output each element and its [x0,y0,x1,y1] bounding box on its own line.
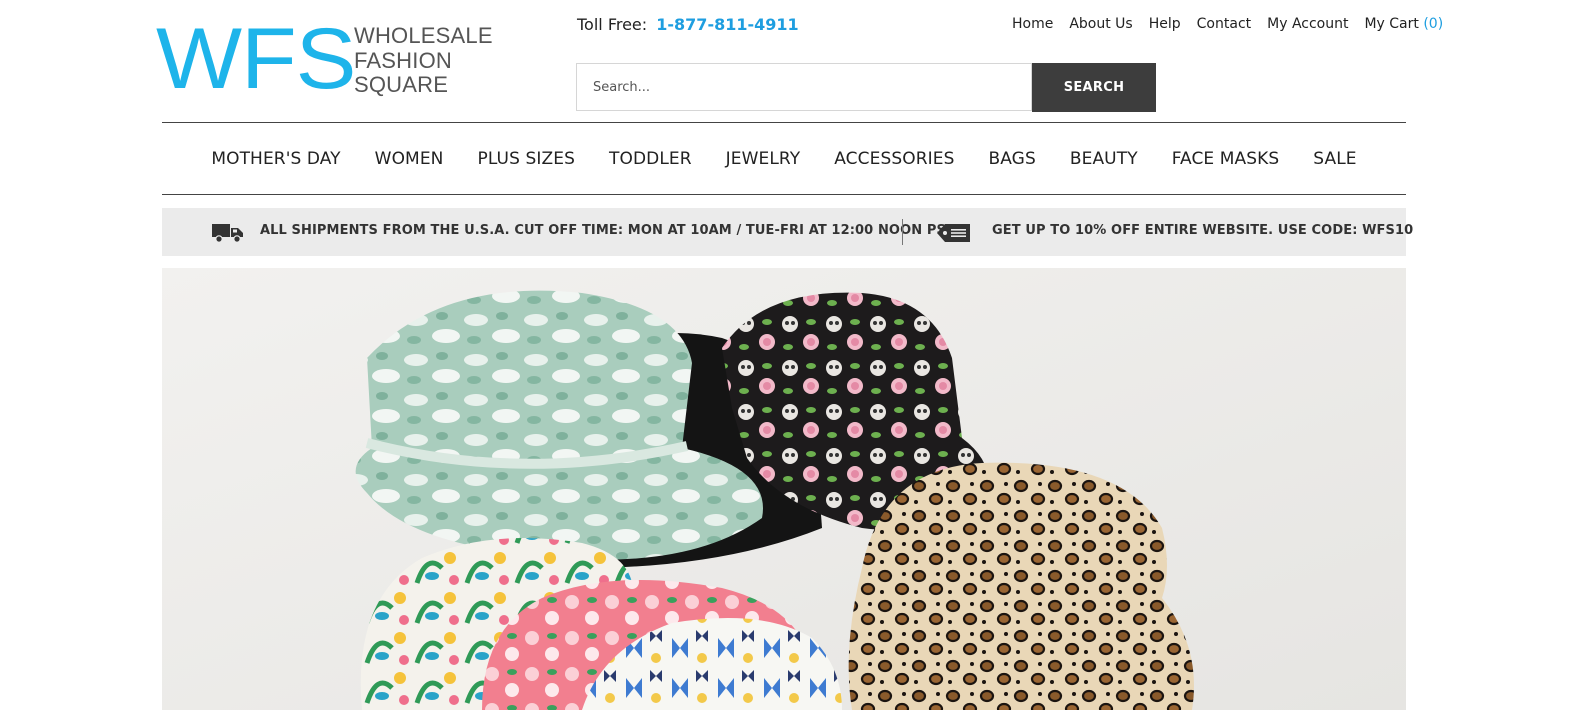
search-button[interactable]: SEARCH [1032,63,1156,112]
nav-women[interactable]: WOMEN [375,149,444,169]
logo-line-3: SQUARE [354,72,449,97]
cart-label: My Cart [1364,16,1419,32]
logo-line-1: WHOLESALE [354,23,493,48]
hero-banner[interactable] [162,268,1406,710]
promo-divider [902,219,903,245]
cart-count: (0) [1423,16,1444,32]
nav-beauty[interactable]: BEAUTY [1070,149,1138,169]
link-help[interactable]: Help [1149,16,1181,32]
toll-free: Toll Free: 1-877-811-4911 [577,15,799,34]
tag-icon [937,224,970,242]
nav-face-masks[interactable]: FACE MASKS [1172,149,1280,169]
nav-toddler[interactable]: TODDLER [609,149,692,169]
truck-icon [212,224,243,243]
nav-accessories[interactable]: ACCESSORIES [834,149,954,169]
shipping-notice: ALL SHIPMENTS FROM THE U.S.A. CUT OFF TI… [260,223,955,238]
link-my-cart[interactable]: My Cart (0) [1364,16,1443,32]
nav-sale[interactable]: SALE [1313,149,1356,169]
link-home[interactable]: Home [1012,16,1053,32]
nav-plus-sizes[interactable]: PLUS SIZES [477,149,575,169]
site-logo[interactable]: WFS WHOLESALE FASHION SQUARE [156,16,493,102]
top-links: Home About Us Help Contact My Account My… [1012,16,1443,32]
logo-wordmark: WHOLESALE FASHION SQUARE [354,23,493,98]
link-my-account[interactable]: My Account [1267,16,1348,32]
toll-free-phone[interactable]: 1-877-811-4911 [656,15,798,34]
bucket-hats-photo [162,268,1406,710]
link-about-us[interactable]: About Us [1069,16,1132,32]
search-input[interactable] [577,64,1031,110]
nav-bags[interactable]: BAGS [988,149,1035,169]
discount-notice: GET UP TO 10% OFF ENTIRE WEBSITE. USE CO… [992,223,1414,238]
link-contact[interactable]: Contact [1197,16,1251,32]
nav-mothers-day[interactable]: MOTHER'S DAY [211,149,340,169]
logo-mark: WFS [156,11,356,107]
main-nav: MOTHER'S DAY WOMEN PLUS SIZES TODDLER JE… [162,123,1406,194]
logo-line-2: FASHION [354,47,452,73]
nav-divider-bottom [162,194,1406,195]
nav-jewelry[interactable]: JEWELRY [726,149,801,169]
toll-free-label: Toll Free: [577,15,648,34]
search-box [576,63,1032,111]
